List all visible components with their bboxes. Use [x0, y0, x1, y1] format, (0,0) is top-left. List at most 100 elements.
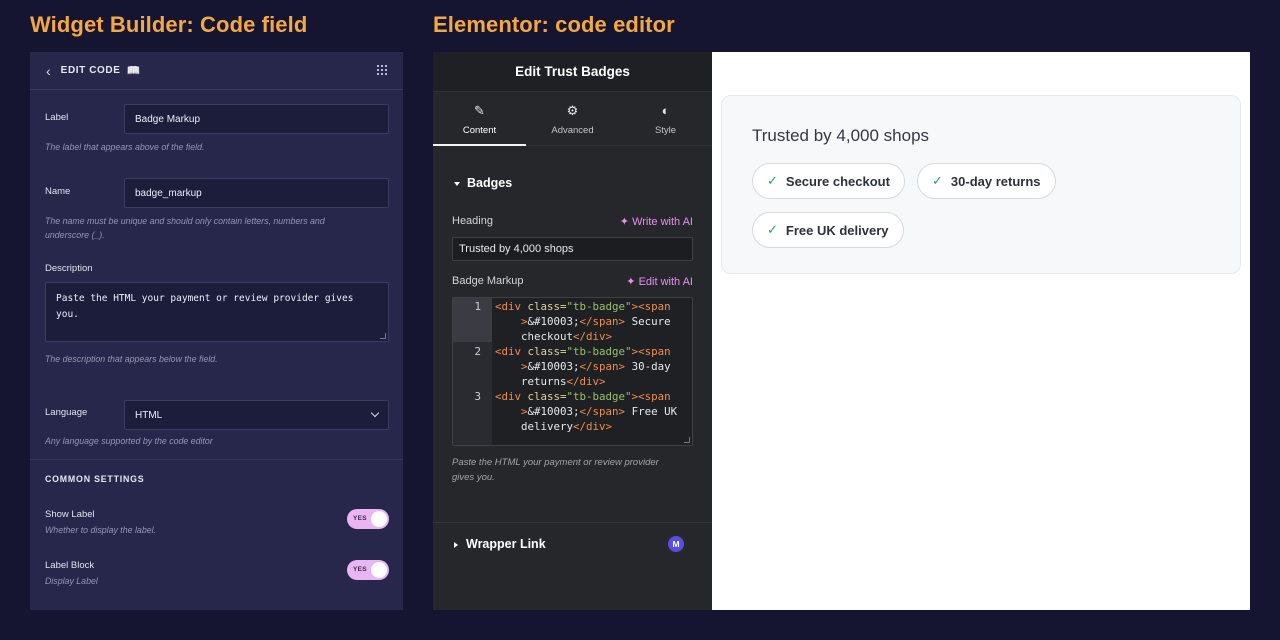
badge-markup-label: Badge Markup: [452, 275, 524, 287]
code-line: <div class="tb-badge"><span: [495, 390, 671, 403]
contrast-icon: ◐: [661, 103, 670, 118]
trust-badges-title: Trusted by 4,000 shops: [752, 126, 930, 145]
tab-style[interactable]: ◐ Style: [619, 92, 712, 145]
pencil-icon: ✎: [474, 103, 485, 118]
name-field: Name badge_markup The name must be uniqu…: [45, 178, 389, 242]
edit-with-ai-label: Edit with AI: [638, 276, 693, 288]
tab-advanced-label: Advanced: [551, 125, 594, 136]
code-line: <div class="tb-badge"><span: [495, 300, 671, 313]
divider: [30, 459, 403, 460]
code-line: <div class="tb-badge"><span: [495, 345, 671, 358]
code-editor[interactable]: 1 <div class="tb-badge"><span >&#10003;<…: [452, 297, 693, 446]
code-line: >&#10003;</span> 30-day: [521, 360, 671, 373]
gear-icon: ⚙: [566, 103, 579, 118]
badges-section-toggle[interactable]: Badges: [454, 176, 512, 190]
pro-badge-icon: M: [668, 536, 684, 552]
name-help-line2: underscore (_).: [45, 230, 105, 240]
back-arrow-icon[interactable]: ‹: [46, 63, 51, 79]
write-with-ai-button[interactable]: ✦ Write with AI: [620, 215, 693, 228]
language-field-label: Language: [45, 407, 88, 418]
code-line: returns</div>: [521, 375, 606, 388]
tab-content-label: Content: [462, 125, 497, 136]
wrapper-link-section-toggle[interactable]: Wrapper Link: [454, 537, 546, 551]
sparkle-icon: ✦: [626, 276, 639, 288]
toggle-knob: [371, 562, 387, 578]
wrapper-link-label: Wrapper Link: [466, 537, 546, 551]
heading-input[interactable]: Trusted by 4,000 shops: [452, 237, 693, 261]
toggle-yes-text: YES: [353, 515, 367, 522]
badges-section-label: Badges: [467, 176, 513, 190]
code-line: >&#10003;</span> Free UK: [521, 405, 678, 418]
description-line1: Paste the HTML your payment or review pr…: [56, 293, 354, 304]
label-field-label: Label: [45, 112, 69, 123]
show-label-toggle[interactable]: YES: [347, 509, 389, 529]
common-settings-heading: COMMON SETTINGS: [45, 474, 145, 484]
resize-handle-icon[interactable]: [380, 333, 386, 339]
language-value: HTML: [135, 409, 163, 421]
code-line: >&#10003;</span> Secure: [521, 315, 671, 328]
book-icon[interactable]: 📖: [127, 64, 141, 77]
code-line: checkout</div>: [521, 330, 613, 343]
preview-canvas: Trusted by 4,000 shops ✓ Secure checkout…: [712, 52, 1250, 610]
description-help: The description that appears below the f…: [45, 354, 218, 364]
elementor-panel-title: Edit Trust Badges: [433, 52, 712, 92]
label-input[interactable]: Badge Markup: [124, 104, 389, 134]
show-label-setting: Show Label Whether to display the label.: [45, 509, 389, 539]
label-block-setting: Label Block Display Label: [45, 560, 389, 590]
edit-with-ai-button[interactable]: ✦ Edit with AI: [626, 275, 693, 288]
label-help: The label that appears above of the fiel…: [45, 142, 205, 152]
heading-label: Heading: [452, 215, 493, 227]
label-block-help: Display Label: [45, 576, 98, 586]
elementor-panel: Edit Trust Badges ✎ Content ⚙ Advanced ◐…: [433, 52, 712, 610]
caret-down-icon: [454, 181, 460, 186]
line-number: 1: [474, 300, 481, 313]
name-field-label: Name: [45, 186, 71, 197]
language-field: Language HTML Any language supported by …: [45, 400, 389, 450]
language-help: Any language supported by the code edito…: [45, 436, 213, 446]
name-input[interactable]: badge_markup: [124, 178, 389, 208]
line-number: 3: [474, 390, 481, 403]
panel-title: EDIT CODE: [60, 65, 121, 76]
badge-markup-help: Paste the HTML your payment or review pr…: [452, 455, 692, 485]
panel-tabs: ✎ Content ⚙ Advanced ◐ Style: [433, 92, 712, 146]
trust-badge-label: 30-day returns: [950, 173, 1041, 189]
check-icon: ✓: [767, 222, 778, 237]
tab-style-label: Style: [654, 125, 677, 136]
line-number: 2: [474, 345, 481, 358]
check-icon: ✓: [932, 173, 943, 188]
show-label-help: Whether to display the label.: [45, 525, 157, 535]
code-line: delivery</div>: [521, 420, 613, 433]
write-with-ai-label: Write with AI: [632, 216, 693, 228]
widget-builder-heading: Widget Builder: Code field: [30, 12, 308, 37]
name-help-line1: The name must be unique and should only …: [45, 216, 325, 226]
tab-advanced[interactable]: ⚙ Advanced: [526, 92, 619, 145]
chevron-down-icon: [370, 408, 380, 418]
label-block-label: Label Block: [45, 560, 95, 571]
elementor-heading: Elementor: code editor: [433, 12, 675, 37]
language-select[interactable]: HTML: [124, 400, 389, 430]
trust-badges-card: Trusted by 4,000 shops ✓ Secure checkout…: [721, 95, 1241, 274]
resize-handle-icon[interactable]: [684, 437, 690, 443]
tab-content[interactable]: ✎ Content: [433, 92, 526, 146]
toggle-yes-text: YES: [353, 566, 367, 573]
trust-badge-label: Secure checkout: [785, 173, 890, 189]
help-line: Paste the HTML your payment or review pr…: [452, 457, 659, 468]
panel-header: ‹ EDIT CODE 📖: [30, 52, 403, 90]
description-field: Description Paste the HTML your payment …: [45, 263, 389, 373]
trust-badge: ✓ Free UK delivery: [752, 212, 904, 248]
grid-icon[interactable]: [377, 65, 387, 75]
divider: [433, 522, 712, 523]
description-line2: you.: [56, 309, 79, 320]
trust-badge: ✓ 30-day returns: [917, 163, 1056, 199]
check-icon: ✓: [767, 173, 778, 188]
label-field: Label Badge Markup The label that appear…: [45, 104, 389, 154]
description-textarea[interactable]: Paste the HTML your payment or review pr…: [45, 282, 389, 342]
caret-right-icon: [454, 541, 458, 548]
help-line: gives you.: [452, 472, 495, 483]
show-label-label: Show Label: [45, 509, 95, 520]
widget-builder-panel: ‹ EDIT CODE 📖 Label Badge Markup The lab…: [30, 52, 403, 610]
label-block-toggle[interactable]: YES: [347, 560, 389, 580]
trust-badge: ✓ Secure checkout: [752, 163, 905, 199]
toggle-knob: [371, 511, 387, 527]
trust-badge-label: Free UK delivery: [785, 222, 889, 238]
